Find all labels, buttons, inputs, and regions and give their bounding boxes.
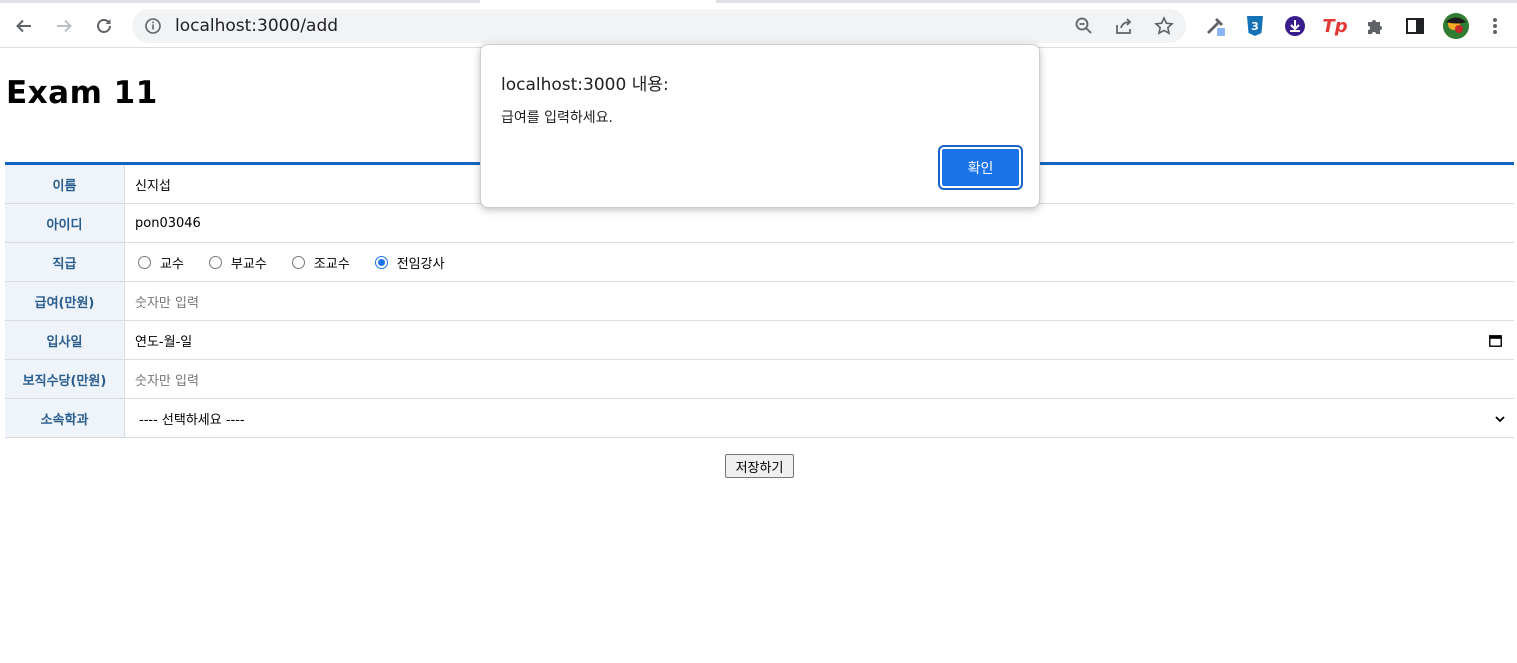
form-label: 급여(만원) [5,282,125,320]
dialog-message: 급여를 입력하세요. [501,110,613,126]
avatar[interactable] [1442,12,1470,40]
form-row-allowance: 보직수당(만원) 숫자만 입력 [5,360,1514,399]
allowance-input[interactable]: 숫자만 입력 [125,360,1514,398]
id-input[interactable]: pon03046 [125,204,1514,242]
form-row-salary: 급여(만원) 숫자만 입력 [5,282,1514,321]
form-label: 소속학과 [5,399,125,437]
chevron-down-icon [1495,416,1505,423]
form-label: 직급 [5,243,125,281]
puzzle-icon[interactable] [1363,14,1387,38]
salary-input[interactable]: 숫자만 입력 [125,282,1514,320]
url-text[interactable]: localhost:3000/add [175,17,338,35]
tp-icon[interactable]: Tp [1322,14,1347,38]
form-label: 입사일 [5,321,125,359]
zoom-icon[interactable] [1074,16,1094,36]
radio-full-time-lecturer[interactable]: 전임강사 [372,253,445,272]
date-placeholder: 연도-월-일 [135,334,193,350]
css3-icon[interactable]: 3 [1243,14,1267,38]
arrow-right-icon [57,19,72,33]
form-row-id: 아이디 pon03046 [5,204,1514,243]
form-row-position: 직급 교수 부교수 조교수 전임강사 [5,243,1514,282]
radio-circle[interactable] [291,255,305,269]
name-value: 신지섭 [135,178,171,194]
id-value: pon03046 [135,215,201,231]
dialog-title: localhost:3000 내용: [501,75,669,95]
salary-placeholder: 숫자만 입력 [135,295,199,311]
sidepanel-icon[interactable] [1403,14,1427,38]
position-radio-group: 교수 부교수 조교수 전임강사 [125,243,1514,281]
form-label: 이름 [5,165,125,203]
radio-circle[interactable] [138,255,151,269]
radio-professor[interactable]: 교수 [135,253,184,272]
allowance-placeholder: 숫자만 입력 [135,373,199,389]
ok-button[interactable]: 확인 [940,147,1021,188]
radio-assistant-professor[interactable]: 조교수 [289,253,350,272]
svg-text:3: 3 [1251,20,1259,33]
form-label: 보직수당(만원) [5,360,125,398]
eyedropper-icon[interactable] [1203,14,1227,38]
browser-toolbar: localhost:3000/add 3 Tp [0,3,1517,48]
department-select[interactable]: ---- 선택하세요 ---- [125,399,1514,437]
radio-circle[interactable] [208,255,222,269]
form-label: 아이디 [5,204,125,242]
radio-circle-selected[interactable] [374,255,388,269]
download-icon[interactable] [1283,14,1307,38]
radio-associate-professor[interactable]: 부교수 [206,253,267,272]
page-title: Exam 11 [6,75,158,111]
form-row-hire-date: 입사일 연도-월-일 [5,321,1514,360]
bookmark-star-icon[interactable] [1154,16,1174,36]
reload-button[interactable] [90,12,118,40]
address-bar[interactable]: localhost:3000/add [132,9,1186,43]
calendar-icon[interactable] [1489,334,1502,347]
department-selected: ---- 선택하세요 ---- [139,412,245,428]
menu-icon[interactable] [1483,14,1507,38]
forward-button[interactable] [50,12,78,40]
alert-dialog: localhost:3000 내용: 급여를 입력하세요. 확인 [480,44,1040,208]
back-button[interactable] [10,12,38,40]
share-icon[interactable] [1114,16,1134,36]
hire-date-input[interactable]: 연도-월-일 [125,321,1514,359]
form-row-department: 소속학과 ---- 선택하세요 ---- [5,399,1514,438]
reload-icon [97,19,111,33]
info-icon[interactable] [144,17,162,35]
save-button[interactable]: 저장하기 [725,454,794,478]
arrow-left-icon [16,19,31,33]
